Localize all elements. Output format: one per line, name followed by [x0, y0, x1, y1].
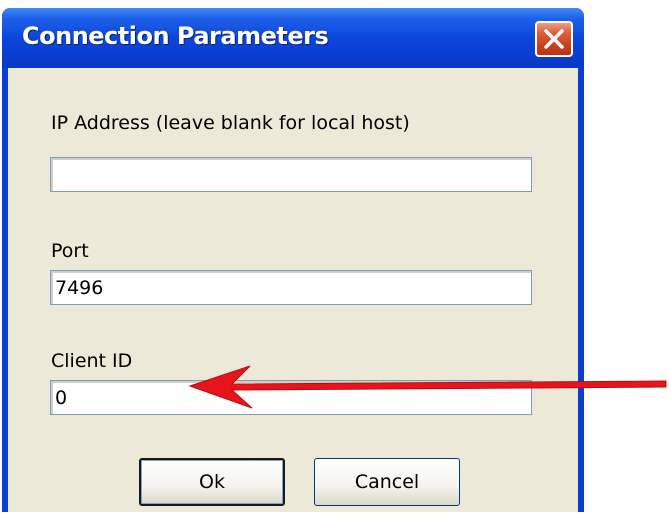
- dialog-body: IP Address (leave blank for local host) …: [8, 68, 578, 512]
- ip-address-label: IP Address (leave blank for local host): [51, 112, 410, 134]
- client-id-label: Client ID: [51, 350, 133, 372]
- title-bar[interactable]: Connection Parameters: [2, 8, 584, 68]
- ok-button-label: Ok: [199, 471, 225, 493]
- screenshot-stage: Connection Parameters IP Address (leave …: [0, 0, 670, 517]
- port-label: Port: [51, 240, 89, 262]
- cancel-button-label: Cancel: [354, 471, 420, 493]
- port-input[interactable]: [50, 270, 532, 305]
- close-button[interactable]: [535, 21, 573, 57]
- annotation-arrow-icon: [188, 365, 667, 409]
- dialog-title: Connection Parameters: [22, 22, 329, 50]
- cancel-button[interactable]: Cancel: [314, 458, 460, 506]
- close-icon: [544, 29, 564, 49]
- ok-button[interactable]: Ok: [139, 458, 285, 506]
- ip-address-input[interactable]: [50, 157, 532, 192]
- connection-dialog: Connection Parameters IP Address (leave …: [2, 8, 584, 512]
